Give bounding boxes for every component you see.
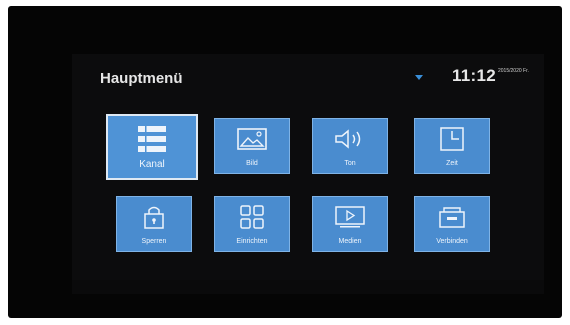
- menu-tile-bild[interactable]: Bild: [214, 118, 290, 174]
- menu-tile-label: Verbinden: [436, 238, 468, 245]
- speaker-icon: [335, 129, 361, 149]
- menu-tile-verbinden[interactable]: Verbinden: [414, 196, 490, 252]
- tv-screen: Hauptmenü 11:12 2015/2020 Fr. Kanal Bild…: [72, 54, 544, 294]
- list-icon: [138, 126, 166, 152]
- media-icon: [335, 206, 365, 228]
- menu-tile-label: Kanal: [139, 159, 165, 170]
- menu-tile-label: Zeit: [446, 160, 458, 167]
- menu-tile-sperren[interactable]: Sperren: [116, 196, 192, 252]
- picture-icon: [237, 128, 267, 150]
- page-title: Hauptmenü: [100, 70, 183, 87]
- menu-tile-einrichten[interactable]: Einrichten: [214, 196, 290, 252]
- menu-tile-label: Sperren: [141, 238, 167, 245]
- clock-time: 11:12: [451, 66, 496, 85]
- menu-tile-label: Einrichten: [236, 238, 268, 245]
- screen-bottom-band: [72, 280, 544, 294]
- menu-tile-label: Ton: [344, 160, 356, 167]
- lock-icon: [144, 206, 164, 229]
- menu-tile-label: Bild: [246, 160, 258, 167]
- menu-tile-medien[interactable]: Medien: [312, 196, 388, 252]
- menu-tile-label: Medien: [338, 238, 362, 245]
- wifi-icon: [415, 75, 423, 80]
- tv-bezel: Hauptmenü 11:12 2015/2020 Fr. Kanal Bild…: [8, 6, 562, 318]
- grid-icon: [240, 205, 264, 229]
- menu-tile-zeit[interactable]: Zeit: [414, 118, 490, 174]
- clock-date: 2015/2020 Fr.: [498, 68, 529, 74]
- connect-icon: [439, 207, 465, 228]
- menu-tile-kanal[interactable]: Kanal: [106, 114, 198, 180]
- menu-tile-ton[interactable]: Ton: [312, 118, 388, 174]
- clock-icon: [440, 127, 464, 151]
